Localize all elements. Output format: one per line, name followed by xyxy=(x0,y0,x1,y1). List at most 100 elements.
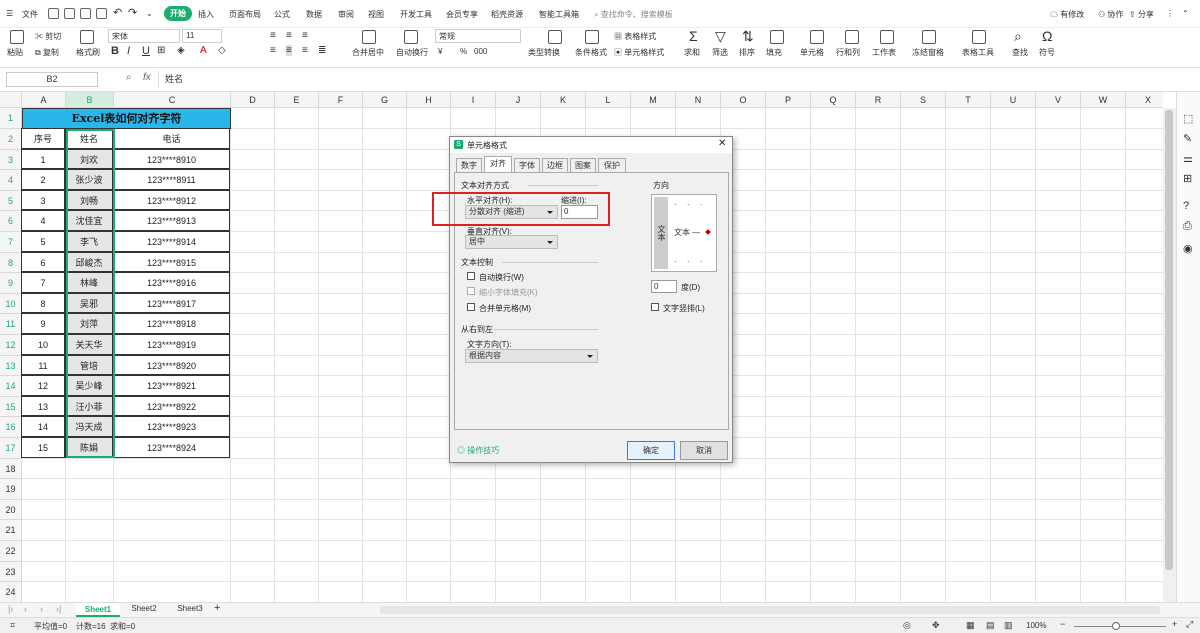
table-header-cell[interactable]: 电话 xyxy=(113,128,230,149)
sheet-tab-3[interactable]: Sheet3 xyxy=(170,604,210,613)
table-cell[interactable]: 15 xyxy=(21,437,65,458)
table-cell[interactable]: 1 xyxy=(21,148,65,170)
sum-icon[interactable]: Σ xyxy=(689,28,698,44)
font-color-icon[interactable]: A xyxy=(200,45,207,56)
scroll-thumb[interactable] xyxy=(1165,110,1173,570)
row-col-icon[interactable] xyxy=(845,30,859,44)
column-header-N[interactable]: N xyxy=(676,92,721,108)
row-header-1[interactable]: 1 xyxy=(0,108,22,129)
row-header-22[interactable]: 22 xyxy=(0,541,22,562)
merge-center-button[interactable]: 合并居中 xyxy=(352,47,384,58)
row-header-4[interactable]: 4 xyxy=(0,170,22,191)
fill-color-icon[interactable]: ◈ xyxy=(177,45,185,56)
row-header-17[interactable]: 17 xyxy=(0,438,22,459)
zoom-formula-icon[interactable]: ⌕ xyxy=(126,72,132,83)
column-header-X[interactable]: X xyxy=(1126,92,1163,108)
row-header-21[interactable]: 21 xyxy=(0,520,22,541)
wrap-icon[interactable] xyxy=(404,30,418,44)
menu-icon[interactable]: ☰ xyxy=(6,9,13,18)
ok-button[interactable]: 确定 xyxy=(627,441,675,460)
table-cell[interactable]: 123****8920 xyxy=(113,354,230,376)
macro-icon[interactable]: ⌗ xyxy=(10,620,15,631)
align-bottom-icon[interactable]: ≡ xyxy=(302,30,308,41)
normal-view-icon[interactable]: ▦ xyxy=(966,620,975,631)
row-header-15[interactable]: 15 xyxy=(0,396,22,418)
column-header-J[interactable]: J xyxy=(496,92,541,108)
zoom-in-icon[interactable]: + xyxy=(1172,619,1177,629)
merge-cells-checkbox[interactable] xyxy=(467,303,475,311)
wrap-text-button[interactable]: 自动换行 xyxy=(396,47,428,58)
table-cell[interactable]: 11 xyxy=(21,354,65,376)
column-header-K[interactable]: K xyxy=(541,92,586,108)
sheet-tab-1[interactable]: Sheet1 xyxy=(76,603,120,617)
name-box[interactable]: B2 xyxy=(6,72,98,87)
table-cell[interactable]: 123****8915 xyxy=(113,251,230,273)
row-header-3[interactable]: 3 xyxy=(0,149,22,171)
panel-icon[interactable]: ⊞ xyxy=(1183,172,1192,185)
fx-icon[interactable]: fx xyxy=(143,72,151,83)
sort-icon[interactable]: ⇅ xyxy=(742,28,754,45)
column-header-A[interactable]: A xyxy=(22,92,66,108)
find-button[interactable]: 查找 xyxy=(1012,47,1028,58)
column-header-H[interactable]: H xyxy=(407,92,451,108)
column-header-F[interactable]: F xyxy=(319,92,363,108)
find-icon[interactable]: ⌕ xyxy=(1014,28,1022,45)
border-icon[interactable]: ⊞ xyxy=(157,45,165,56)
freeze-icon[interactable] xyxy=(922,30,936,44)
tab-alignment[interactable]: 对齐 xyxy=(484,156,512,172)
page-layout-icon[interactable]: ▤ xyxy=(986,620,995,631)
bold-button[interactable]: B xyxy=(111,45,119,57)
text-direction-select[interactable]: 根据内容 xyxy=(465,349,598,363)
fill-button[interactable]: 填充 xyxy=(766,47,782,58)
row-header-18[interactable]: 18 xyxy=(0,458,22,480)
row-header-11[interactable]: 11 xyxy=(0,314,22,335)
row-header-9[interactable]: 9 xyxy=(0,273,22,294)
table-cell[interactable]: 9 xyxy=(21,313,65,334)
chevron-down-icon[interactable]: ⌄ xyxy=(146,9,153,18)
menu-tab-9[interactable]: 稻壳资源 xyxy=(491,9,523,20)
symbol-button[interactable]: 符号 xyxy=(1039,47,1055,58)
copy-button[interactable]: ⧉ 复制 xyxy=(35,47,59,58)
italic-button[interactable]: I xyxy=(127,45,130,57)
row-header-8[interactable]: 8 xyxy=(0,252,22,274)
table-cell[interactable]: 123****8916 xyxy=(113,272,230,293)
menu-tab-7[interactable]: 开发工具 xyxy=(400,9,432,20)
help-icon[interactable]: ? xyxy=(1183,200,1189,212)
sheet-tab-2[interactable]: Sheet2 xyxy=(124,604,164,613)
has-changes-label[interactable]: ☁ 有修改 xyxy=(1050,9,1084,20)
row-header-20[interactable]: 20 xyxy=(0,499,22,521)
table-cell[interactable]: 123****8912 xyxy=(113,189,230,211)
column-header-Q[interactable]: Q xyxy=(811,92,856,108)
cut-button[interactable]: ✂ 剪切 xyxy=(35,31,61,42)
thousands-button[interactable]: 000 xyxy=(474,47,487,56)
next-sheet-icon[interactable]: › xyxy=(40,604,43,614)
table-cell[interactable]: 13 xyxy=(21,395,65,417)
row-header-2[interactable]: 2 xyxy=(0,129,22,150)
zoom-slider-thumb[interactable] xyxy=(1112,622,1120,630)
menu-tab-8[interactable]: 会员专享 xyxy=(446,9,478,20)
row-col-button[interactable]: 行和列 xyxy=(836,47,860,58)
row-header-16[interactable]: 16 xyxy=(0,417,22,438)
font-name-select[interactable]: 宋体 xyxy=(108,29,180,43)
layout-icon[interactable]: ✥ xyxy=(932,620,940,631)
convert-icon[interactable] xyxy=(548,30,562,44)
vertical-text-checkbox[interactable] xyxy=(651,303,659,311)
menu-tab-6[interactable]: 视图 xyxy=(368,9,384,20)
align-top-icon[interactable]: ≡ xyxy=(270,30,276,41)
align-middle-icon[interactable]: ≡ xyxy=(286,30,292,41)
tab-protection[interactable]: 保护 xyxy=(598,158,626,172)
table-cell[interactable]: 123****8918 xyxy=(113,313,230,334)
page-break-icon[interactable]: ▥ xyxy=(1004,620,1013,631)
menu-tab-1[interactable]: 插入 xyxy=(198,9,214,20)
sort-button[interactable]: 排序 xyxy=(739,47,755,58)
currency-icon[interactable]: ¥ xyxy=(438,47,442,56)
row-header-13[interactable]: 13 xyxy=(0,355,22,377)
column-header-V[interactable]: V xyxy=(1036,92,1081,108)
filter-icon[interactable]: ▽ xyxy=(715,28,726,45)
table-cell[interactable]: 3 xyxy=(21,189,65,211)
table-cell[interactable]: 12 xyxy=(21,375,65,396)
column-header-C[interactable]: C xyxy=(114,92,231,108)
conditional-format-icon[interactable] xyxy=(585,30,599,44)
shrink-to-fit-checkbox[interactable] xyxy=(467,287,475,295)
row-header-10[interactable]: 10 xyxy=(0,293,22,315)
